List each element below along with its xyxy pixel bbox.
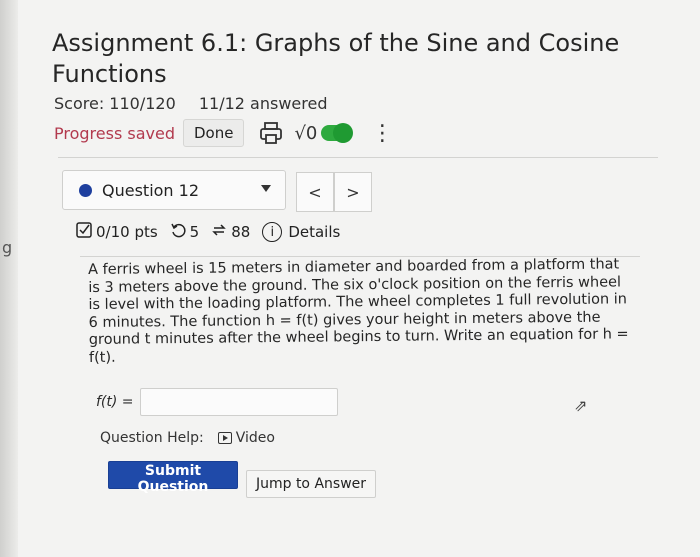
left-edge-character: g bbox=[2, 238, 13, 257]
question-selector[interactable]: Question 12 bbox=[62, 170, 286, 210]
left-window-edge: g bbox=[0, 0, 18, 557]
video-link[interactable]: Video bbox=[236, 430, 275, 446]
score-text: Score: 110/120 bbox=[54, 94, 176, 113]
score-row: Score: 110/120 11/12 answered bbox=[54, 94, 346, 113]
answer-input[interactable] bbox=[139, 388, 338, 416]
question-text: A ferris wheel is 15 meters in diameter … bbox=[88, 256, 629, 366]
info-icon[interactable]: i bbox=[262, 222, 283, 242]
retry-icon bbox=[170, 222, 186, 242]
question-meta-row: 0/10 pts 5 88 i Details bbox=[76, 222, 340, 242]
done-button[interactable]: Done bbox=[182, 119, 245, 147]
print-icon[interactable] bbox=[258, 120, 284, 146]
details-link[interactable]: Details bbox=[288, 223, 340, 241]
kebab-menu-icon[interactable]: ⋮ bbox=[371, 121, 393, 146]
attempts-icon bbox=[211, 222, 227, 242]
next-question-button[interactable]: > bbox=[334, 172, 372, 212]
submit-question-button[interactable]: Submit Question bbox=[108, 461, 238, 495]
question-points: 0/10 pts bbox=[96, 223, 158, 241]
question-help-label: Question Help: bbox=[100, 430, 204, 446]
question-status-dot-icon bbox=[79, 183, 92, 197]
mouse-cursor-icon: ⇗ bbox=[574, 396, 588, 415]
progress-saved-status: Progress saved bbox=[54, 123, 175, 143]
question-help-row: Question Help: Video bbox=[100, 430, 275, 446]
video-icon[interactable] bbox=[217, 432, 232, 444]
math-input-sqrt-icon[interactable]: √0 bbox=[294, 123, 317, 144]
divider-top bbox=[58, 157, 658, 158]
answer-label: f(t) = bbox=[96, 394, 134, 410]
retry-count: 5 bbox=[189, 223, 200, 241]
checkbox-icon bbox=[76, 222, 92, 242]
page-title: Assignment 6.1: Graphs of the Sine and C… bbox=[52, 29, 620, 88]
jump-to-answer-button[interactable]: Jump to Answer bbox=[246, 470, 376, 498]
chevron-down-icon bbox=[261, 185, 271, 192]
answer-row: f(t) = bbox=[96, 388, 338, 416]
math-toggle-switch[interactable] bbox=[321, 123, 354, 143]
question-selector-label: Question 12 bbox=[102, 180, 200, 200]
previous-question-button[interactable]: < bbox=[296, 172, 334, 212]
answered-count: 11/12 answered bbox=[198, 94, 328, 113]
progress-toolbar: Progress saved Done √0 ⋮ bbox=[54, 118, 393, 148]
attempts-count: 88 bbox=[231, 223, 251, 241]
